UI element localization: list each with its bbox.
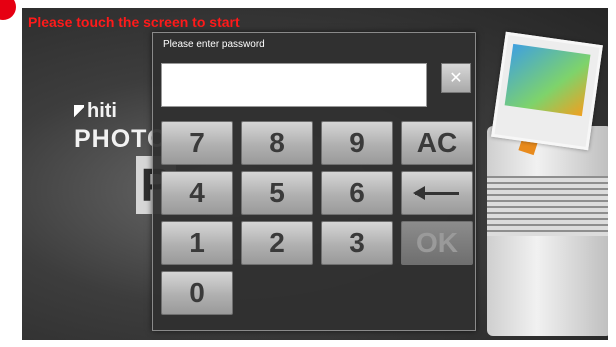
- key-1[interactable]: 1: [161, 221, 233, 265]
- dialog-title: Please enter password: [163, 39, 265, 50]
- key-8[interactable]: 8: [241, 121, 313, 165]
- printer-lcd: [504, 43, 591, 117]
- hiti-logo-icon: [74, 104, 84, 119]
- close-icon: ✕: [449, 70, 463, 87]
- key-3[interactable]: 3: [321, 221, 393, 265]
- key-9[interactable]: 9: [321, 121, 393, 165]
- key-7[interactable]: 7: [161, 121, 233, 165]
- clear-button[interactable]: ✕: [441, 63, 471, 93]
- key-ac[interactable]: AC: [401, 121, 473, 165]
- key-6[interactable]: 6: [321, 171, 393, 215]
- red-corner-marker: [0, 0, 16, 20]
- password-input[interactable]: [161, 63, 427, 107]
- key-0[interactable]: 0: [161, 271, 233, 315]
- printer-display: [491, 31, 603, 151]
- key-5[interactable]: 5: [241, 171, 313, 215]
- password-dialog: Please enter password ✕ 7 8 9 AC 4 5 6 1…: [152, 32, 476, 331]
- start-prompt: Please touch the screen to start: [28, 14, 240, 30]
- brand-mark-text: hiti: [87, 100, 117, 122]
- key-ok[interactable]: OK: [401, 221, 473, 265]
- printer-vents: [487, 176, 608, 236]
- left-arrow-icon: [413, 185, 459, 200]
- key-2[interactable]: 2: [241, 221, 313, 265]
- backspace-key[interactable]: [401, 171, 473, 215]
- key-4[interactable]: 4: [161, 171, 233, 215]
